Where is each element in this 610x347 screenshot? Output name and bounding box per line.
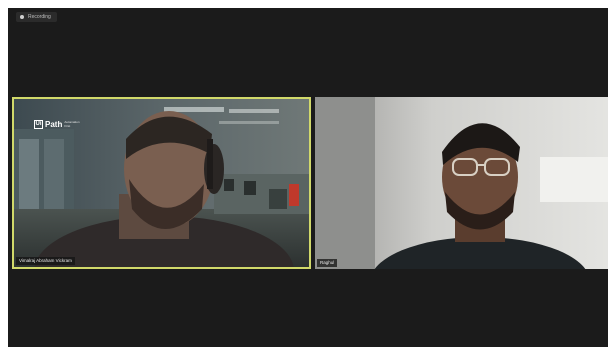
meeting-window: Recording Ui Path Automation First Vimal… [8,8,608,347]
video-tile-participant-2[interactable]: Raghul [315,97,608,269]
video-feed-participant-2 [315,97,608,269]
recording-indicator[interactable]: Recording [16,12,57,22]
recording-label: Recording [28,14,51,20]
logo-mark: Ui [34,120,43,129]
recording-dot-icon [20,15,24,19]
video-tile-participant-1[interactable]: Ui Path Automation First Vimalraj Abraha… [12,97,311,269]
uipath-logo: Ui Path Automation First [34,120,82,129]
logo-name: Path [45,120,63,129]
participant-name-tag: Vimalraj Abraham Vickram [16,257,75,265]
participant-name-tag: Raghul [317,259,338,267]
logo-tagline: Automation First [64,120,80,128]
